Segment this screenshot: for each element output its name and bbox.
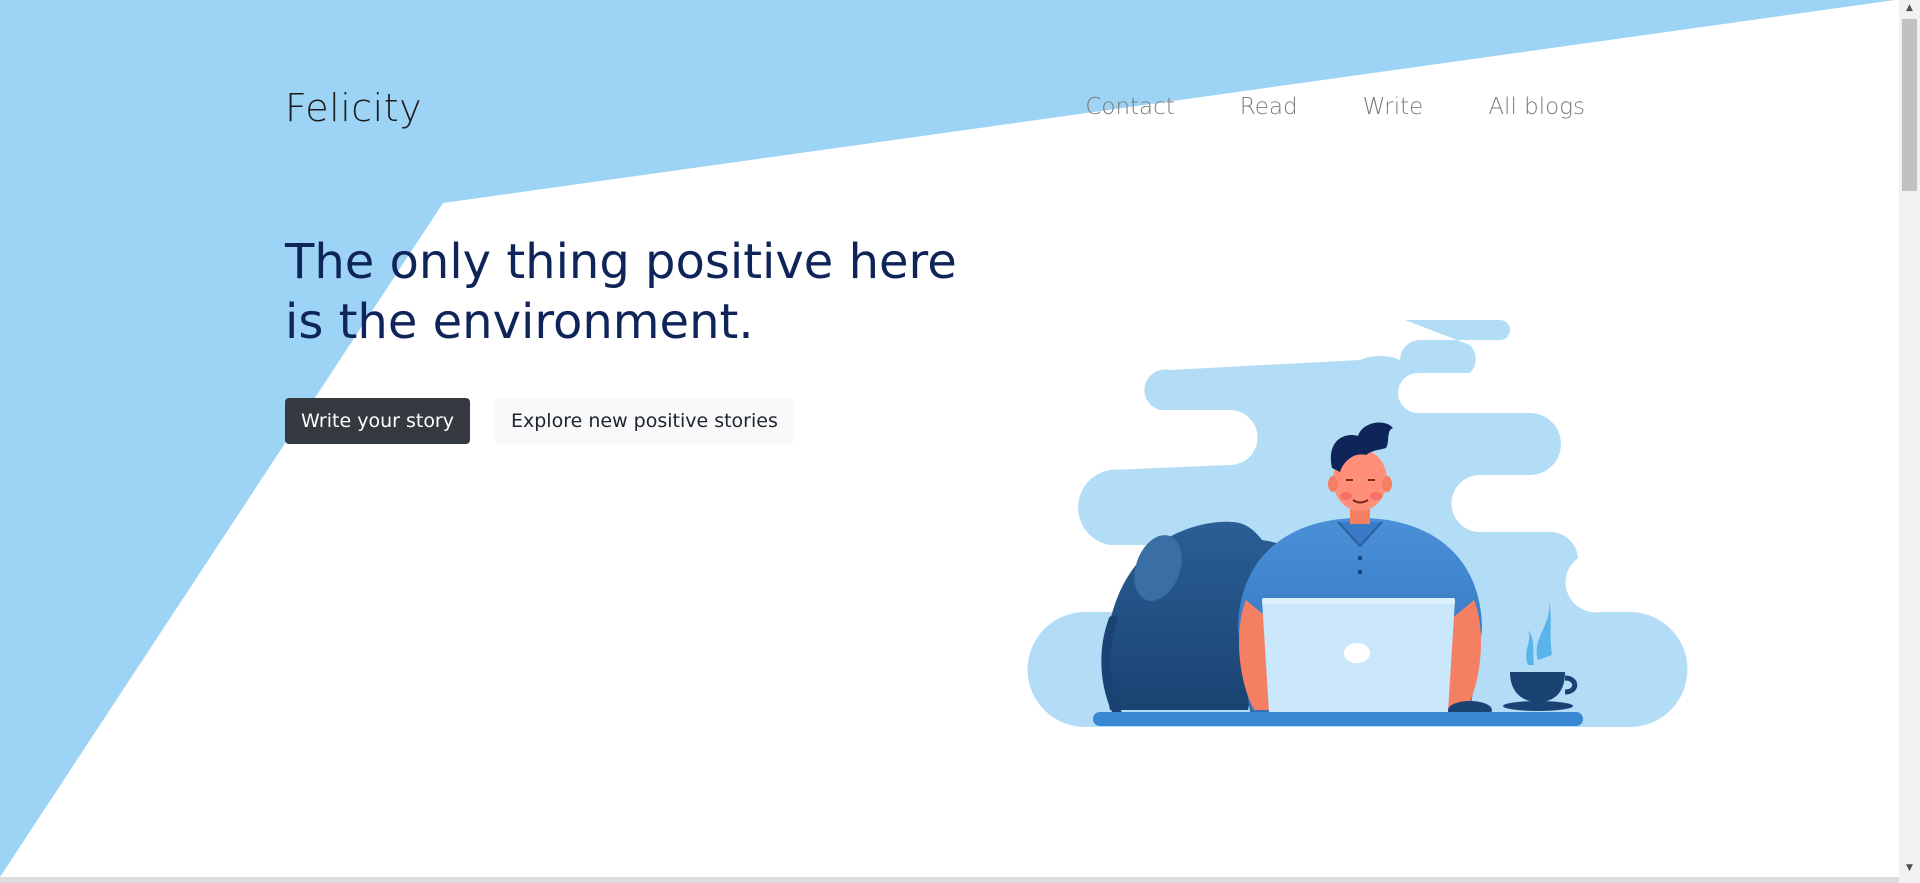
hero-title-line-2: is the environment. <box>285 294 754 350</box>
write-your-story-button[interactable]: Write your story <box>285 398 470 444</box>
explore-stories-button[interactable]: Explore new positive stories <box>495 398 794 444</box>
hero-illustration <box>1027 320 1688 727</box>
scrollbar-thumb[interactable] <box>1902 19 1917 191</box>
nav-link-write[interactable]: Write <box>1363 94 1424 120</box>
hero-title-line-1: The only thing positive here <box>285 234 957 290</box>
page: Felicity Contact Read Write All blogs Th… <box>0 0 1920 883</box>
hero-buttons: Write your story Explore new positive st… <box>285 398 794 444</box>
navbar: Felicity Contact Read Write All blogs <box>285 80 1585 140</box>
vertical-scrollbar[interactable]: ▲ ▼ <box>1899 0 1920 883</box>
laptop-icon <box>1262 598 1455 712</box>
nav-link-contact[interactable]: Contact <box>1085 94 1174 120</box>
horizontal-scrollbar[interactable] <box>0 877 1899 883</box>
browser-viewport: Felicity Contact Read Write All blogs Th… <box>0 0 1899 877</box>
nav-links: Contact Read Write All blogs <box>1085 94 1585 120</box>
nav-link-read[interactable]: Read <box>1240 94 1298 120</box>
hero-title: The only thing positive here is the envi… <box>285 232 965 352</box>
arrow-up-icon[interactable]: ▲ <box>1899 0 1920 17</box>
brand-logo[interactable]: Felicity <box>285 86 422 130</box>
arrow-down-icon[interactable]: ▼ <box>1899 860 1920 877</box>
nav-link-all-blogs[interactable]: All blogs <box>1488 94 1585 120</box>
desk <box>1093 712 1583 726</box>
